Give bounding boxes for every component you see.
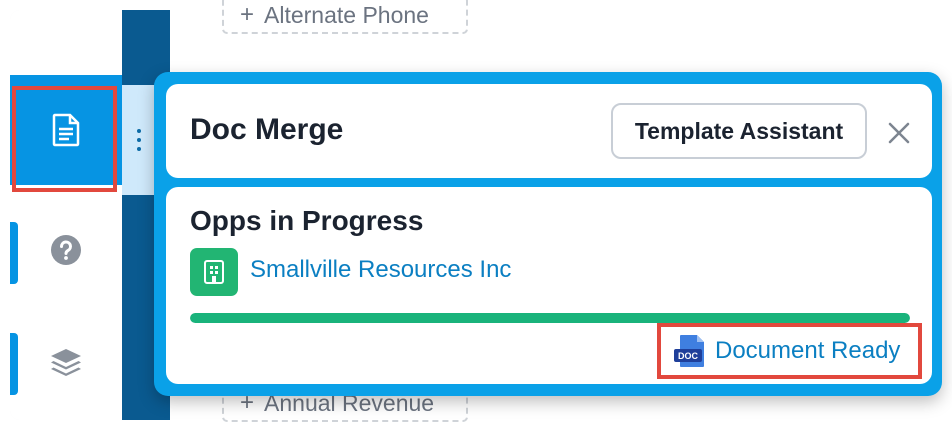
add-alternate-phone-button[interactable]: + Alternate Phone xyxy=(222,0,468,34)
record-link[interactable]: Smallville Resources Inc xyxy=(250,256,511,284)
section-title: Opps in Progress xyxy=(190,205,424,236)
sidebar-item-layers[interactable] xyxy=(10,307,122,417)
merge-progress-fill xyxy=(190,313,910,323)
kebab-icon xyxy=(137,129,141,151)
help-circle-icon xyxy=(51,235,81,265)
sidebar-item-help[interactable] xyxy=(10,195,122,305)
layers-icon xyxy=(51,349,81,376)
screen: + Alternate Phone + Annual Revenue Doc M… xyxy=(0,0,952,430)
building-icon xyxy=(190,248,238,296)
panel-title: Doc Merge xyxy=(190,113,344,146)
highlight-box-documents xyxy=(12,86,117,192)
panel-options-button[interactable] xyxy=(122,85,156,195)
alternate-phone-label: Alternate Phone xyxy=(264,1,429,28)
template-assistant-button[interactable]: Template Assistant xyxy=(611,103,867,159)
close-icon xyxy=(888,122,910,144)
plus-icon: + xyxy=(240,1,255,28)
merge-progress-bar xyxy=(190,313,910,323)
close-button[interactable] xyxy=(884,118,914,148)
highlight-box-document-ready xyxy=(657,323,922,379)
